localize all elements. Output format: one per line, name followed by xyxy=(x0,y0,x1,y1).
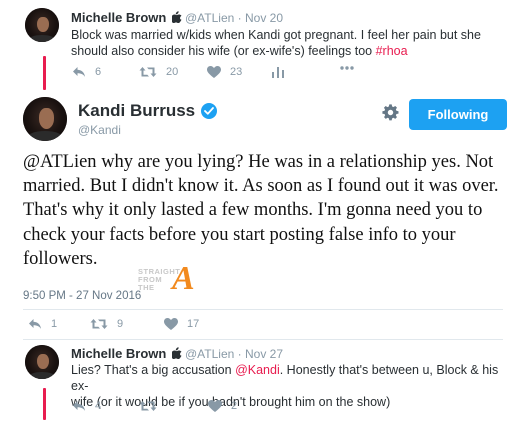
tweet-text-part: Lies? That's a big accusation xyxy=(71,363,236,377)
author-name[interactable]: Michelle Brown xyxy=(71,10,166,25)
retweet-count: 20 xyxy=(166,66,179,78)
tweet-text-line-2: should also consider his wife (or ex-wif… xyxy=(71,43,511,59)
like-button[interactable]: 2 xyxy=(208,400,237,412)
like-button[interactable]: 23 xyxy=(207,66,242,78)
avatar-michelle-bottom[interactable] xyxy=(25,345,59,379)
apple-icon xyxy=(170,347,182,362)
heart-icon xyxy=(208,400,222,412)
reply-count: 6 xyxy=(95,66,102,78)
more-icon xyxy=(340,66,354,70)
retweet-button[interactable] xyxy=(139,400,166,412)
tweet-text: Block was married w/kids when Kandi got … xyxy=(71,27,511,59)
tweet-timestamp[interactable]: 9:50 PM - 27 Nov 2016 xyxy=(23,290,141,302)
thread-line-top xyxy=(43,56,46,90)
reply-icon xyxy=(73,67,85,77)
reply-button[interactable]: 1 xyxy=(28,318,57,330)
tweet-text-line-1: Block was married w/kids when Kandi got … xyxy=(71,28,481,42)
retweet-icon xyxy=(90,319,108,329)
heart-icon xyxy=(207,66,221,78)
reply-count: 4 xyxy=(95,400,102,412)
tweet-actions: 6 20 23 xyxy=(72,66,372,80)
apple-icon xyxy=(170,11,182,26)
tweet-actions-bottom: 4 2 xyxy=(72,400,372,414)
tweet-text-line-2-body: should also consider his wife (or ex-wif… xyxy=(71,44,376,58)
author-name-text: Kandi Burruss xyxy=(78,101,196,120)
divider xyxy=(23,339,503,340)
tweet-actions-main: 1 9 17 xyxy=(28,318,328,332)
main-tweet-text: @ATLien why are you lying? He was in a r… xyxy=(23,150,513,271)
analytics-icon xyxy=(272,67,284,78)
verified-badge-icon xyxy=(201,103,218,119)
reply-button[interactable]: 4 xyxy=(72,400,101,412)
hashtag-link[interactable]: #rhoa xyxy=(376,44,408,58)
mention-link[interactable]: @Kandi xyxy=(235,363,280,377)
avatar-kandi[interactable] xyxy=(23,97,67,141)
like-count: 23 xyxy=(230,66,243,78)
reply-count: 1 xyxy=(51,318,58,330)
thread-line-bottom xyxy=(43,388,46,420)
analytics-button[interactable] xyxy=(272,66,284,78)
author-name-kandi[interactable]: Kandi Burruss xyxy=(78,101,218,121)
heart-icon xyxy=(164,318,178,330)
retweet-count: 9 xyxy=(117,318,124,330)
like-count: 2 xyxy=(231,400,238,412)
watermark-letter: A xyxy=(172,260,195,297)
divider xyxy=(23,309,503,310)
retweet-icon xyxy=(139,67,157,77)
like-count: 17 xyxy=(187,318,200,330)
retweet-button[interactable]: 9 xyxy=(90,318,123,330)
author-name[interactable]: Michelle Brown xyxy=(71,346,166,361)
avatar-michelle-top[interactable] xyxy=(25,8,59,42)
like-button[interactable]: 17 xyxy=(164,318,199,330)
tweet-text-line-1: Lies? That's a big accusation @Kandi. Ho… xyxy=(71,362,511,394)
author-handle-time[interactable]: @ATLien · Nov 27 xyxy=(185,347,283,361)
gear-icon[interactable] xyxy=(382,104,399,126)
author-handle-kandi[interactable]: @Kandi xyxy=(78,123,121,137)
more-button[interactable] xyxy=(340,66,354,70)
reply-icon xyxy=(29,319,41,329)
retweet-button[interactable]: 20 xyxy=(139,66,178,78)
watermark-logo: STRAIGHT FROM THE A xyxy=(138,260,213,300)
mention-link[interactable]: @ATLien xyxy=(23,152,97,172)
retweet-icon xyxy=(139,401,157,411)
reply-button[interactable]: 6 xyxy=(72,66,101,78)
following-button[interactable]: Following xyxy=(409,99,507,130)
reply-icon xyxy=(73,401,85,411)
author-handle-time[interactable]: @ATLien · Nov 20 xyxy=(185,11,283,25)
